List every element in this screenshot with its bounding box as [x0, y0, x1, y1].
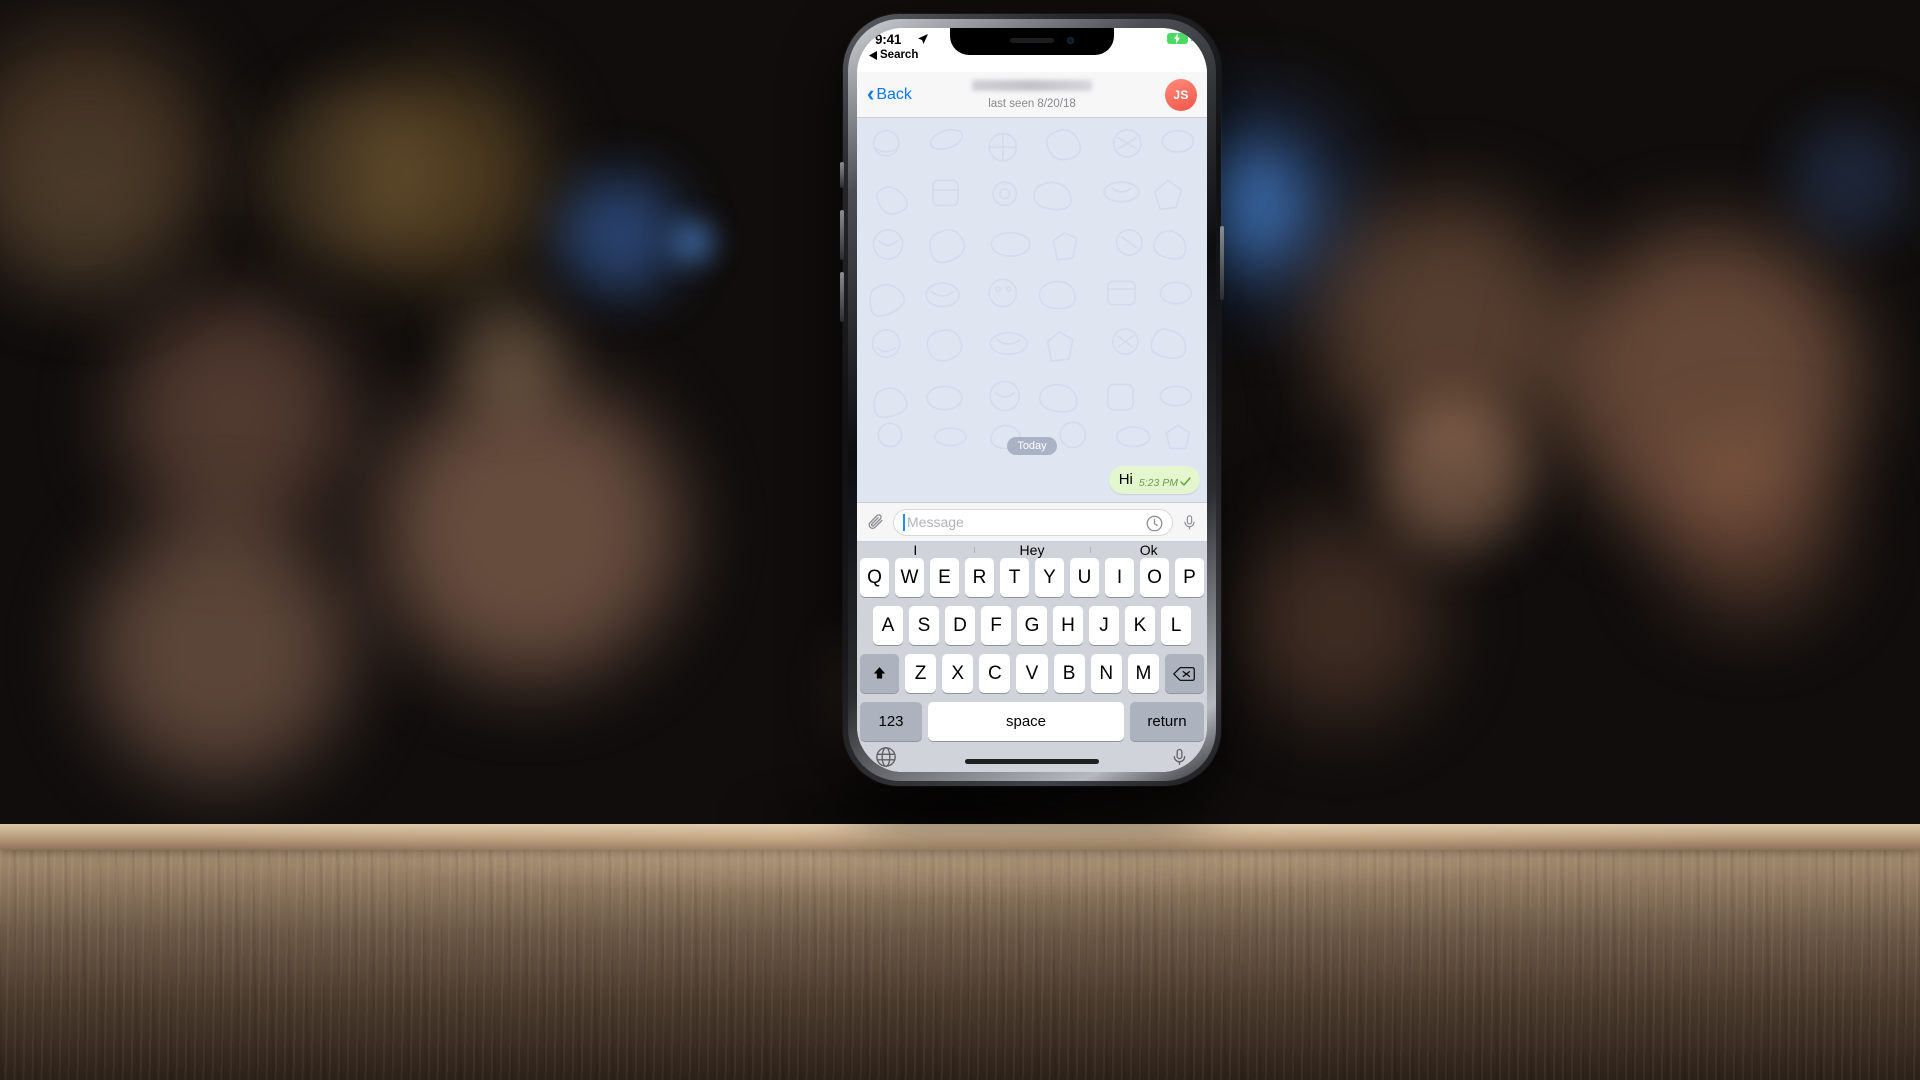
avatar[interactable]: JS	[1165, 78, 1197, 111]
key-l[interactable]: L	[1161, 606, 1191, 645]
volume-up-button[interactable]	[840, 210, 844, 260]
battery-cap	[1191, 36, 1193, 41]
phone-screen: 9:41 Search ‹ Back last seen 8/20/18 JS …	[857, 28, 1207, 772]
phone-bezel: 9:41 Search ‹ Back last seen 8/20/18 JS …	[848, 19, 1216, 781]
key-a[interactable]: A	[873, 606, 903, 645]
return-key[interactable]: return	[1130, 702, 1204, 741]
key-n[interactable]: N	[1090, 654, 1122, 693]
day-separator-badge: Today	[1007, 437, 1057, 455]
status-time: 9:41	[875, 32, 902, 47]
key-x[interactable]: X	[942, 654, 974, 693]
shift-arrow-up-icon[interactable]	[860, 654, 899, 693]
key-f[interactable]: F	[981, 606, 1011, 645]
silence-switch[interactable]	[840, 162, 844, 188]
key-b[interactable]: B	[1053, 654, 1085, 693]
key-v[interactable]: V	[1016, 654, 1048, 693]
numbers-key[interactable]: 123	[860, 702, 922, 741]
front-camera	[1067, 37, 1074, 44]
suggestion-0[interactable]: I	[857, 542, 974, 558]
back-to-search-button[interactable]: Search	[869, 49, 918, 61]
key-r[interactable]: R	[965, 558, 994, 597]
volume-down-button[interactable]	[840, 272, 844, 322]
key-j[interactable]: J	[1089, 606, 1119, 645]
globe-icon[interactable]	[875, 746, 897, 772]
chat-back-label: Back	[876, 85, 912, 103]
chat-scroll-area: Today Hi 5:23 PM	[857, 118, 1207, 502]
single-check-icon	[1180, 477, 1191, 489]
table-light-glow	[0, 824, 1920, 934]
key-q[interactable]: Q	[860, 558, 889, 597]
message-input-placeholder: Message	[907, 514, 964, 530]
key-u[interactable]: U	[1070, 558, 1099, 597]
key-p[interactable]: P	[1175, 558, 1204, 597]
message-text: Hi	[1118, 471, 1133, 488]
message-meta: 5:23 PM	[1139, 477, 1191, 489]
status-battery	[1167, 33, 1193, 44]
key-e[interactable]: E	[930, 558, 959, 597]
key-z[interactable]: Z	[905, 654, 937, 693]
device-notch	[950, 28, 1114, 55]
message-bubble-outgoing[interactable]: Hi 5:23 PM	[1108, 466, 1200, 494]
key-d[interactable]: D	[945, 606, 975, 645]
back-to-search-label: Search	[880, 49, 919, 61]
key-k[interactable]: K	[1125, 606, 1155, 645]
keyboard-row-2: A S D F G H J K L	[857, 606, 1207, 645]
home-indicator[interactable]	[965, 759, 1099, 764]
keyboard-row-1: Q W E R T Y U I O P	[857, 558, 1207, 597]
text-cursor	[903, 513, 905, 531]
message-time: 5:23 PM	[1138, 477, 1178, 489]
key-t[interactable]: T	[1000, 558, 1029, 597]
key-m[interactable]: M	[1127, 654, 1159, 693]
battery-charging-icon	[1167, 33, 1188, 44]
chevron-left-icon: ‹	[867, 80, 875, 106]
dictation-microphone-icon[interactable]	[1170, 746, 1189, 772]
predictive-suggestion-bar: I Hey Ok	[857, 542, 1207, 558]
chat-back-button[interactable]: ‹ Back	[867, 80, 912, 106]
key-i[interactable]: I	[1105, 558, 1134, 597]
wooden-table	[0, 824, 1920, 1080]
chat-title-redacted	[972, 79, 1092, 91]
key-g[interactable]: G	[1017, 606, 1047, 645]
keyboard-row-4: 123 space return	[857, 702, 1207, 741]
location-arrow-icon	[917, 33, 929, 48]
suggestion-2[interactable]: Ok	[1090, 542, 1207, 558]
earpiece-speaker	[1010, 38, 1054, 43]
suggestion-1[interactable]: Hey	[973, 542, 1091, 558]
power-button[interactable]	[1220, 226, 1224, 300]
message-input-field[interactable]: Message	[893, 508, 1173, 538]
message-row: Hi 5:23 PM	[864, 466, 1200, 494]
microphone-icon[interactable]	[1181, 513, 1198, 532]
message-input-bar: Message	[857, 502, 1207, 542]
chat-header: ‹ Back last seen 8/20/18 JS	[857, 72, 1207, 118]
key-w[interactable]: W	[895, 558, 924, 597]
key-c[interactable]: C	[979, 654, 1011, 693]
paperclip-icon[interactable]	[866, 513, 885, 532]
backspace-icon[interactable]	[1164, 654, 1204, 693]
key-h[interactable]: H	[1053, 606, 1083, 645]
space-key[interactable]: space	[928, 702, 1124, 741]
virtual-keyboard: I Hey Ok Q W E R T Y U I O P A S D F G H…	[857, 542, 1207, 772]
key-o[interactable]: O	[1140, 558, 1169, 597]
key-s[interactable]: S	[909, 606, 939, 645]
keyboard-row-3: Z X C V B N M	[857, 654, 1207, 693]
triangle-left-icon	[869, 50, 877, 60]
iphone-device: 9:41 Search ‹ Back last seen 8/20/18 JS …	[840, 14, 1224, 786]
chat-message-list[interactable]: Today Hi 5:23 PM	[857, 118, 1207, 502]
clock-icon[interactable]	[1145, 514, 1164, 538]
key-y[interactable]: Y	[1035, 558, 1064, 597]
